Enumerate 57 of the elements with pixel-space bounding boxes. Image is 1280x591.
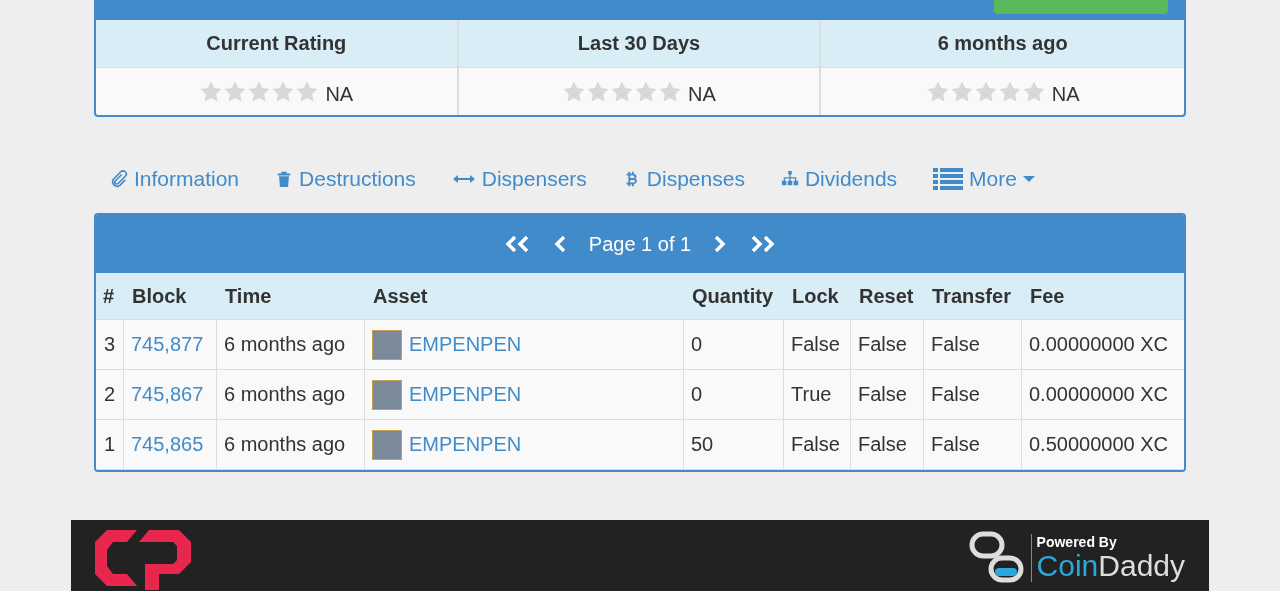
block-link[interactable]: 745,877 — [131, 333, 204, 356]
asset-image-placeholder — [372, 329, 402, 360]
table-cell: False — [851, 320, 924, 370]
table-cell: 6 months ago — [217, 370, 365, 420]
table-cell: True — [784, 370, 851, 420]
table-cell: 0.00000000 XC — [1022, 320, 1184, 370]
asset-image-placeholder — [372, 379, 402, 410]
nav-tab[interactable]: More — [933, 167, 1035, 191]
table-cell: 0 — [684, 320, 784, 370]
asset-link[interactable]: EMPENPEN — [409, 333, 522, 356]
rating-value: NA — [688, 83, 716, 106]
nav-tab[interactable]: Dividends — [780, 167, 898, 191]
table-cell: 6 months ago — [217, 420, 365, 470]
table-cell: False — [924, 420, 1022, 470]
column-header: Transfer — [924, 273, 1022, 320]
column-header: Fee — [1022, 273, 1184, 320]
table-cell: 50 — [684, 420, 784, 470]
column-header: 6 months ago — [821, 20, 1184, 68]
column-header: Reset — [851, 273, 924, 320]
asset-image-placeholder — [372, 429, 402, 460]
table-cell: 2 — [96, 370, 124, 420]
table-cell: 0.50000000 XC — [1022, 420, 1184, 470]
rating-value: NA — [325, 83, 354, 106]
table-cell: False — [784, 320, 851, 370]
caret-icon — [1022, 175, 1035, 183]
table-cell: 1 — [96, 420, 124, 470]
table-cell: False — [851, 370, 924, 420]
table-cell: False — [924, 320, 1022, 370]
list-icon — [933, 167, 964, 191]
table-cell: False — [784, 420, 851, 470]
column-header: Lock — [784, 273, 851, 320]
column-header: Asset — [365, 273, 684, 320]
table-cell: False — [851, 420, 924, 470]
block-link[interactable]: 745,867 — [131, 383, 204, 406]
column-header: Current Rating — [96, 20, 459, 68]
paperclip-icon — [110, 169, 128, 189]
table-cell: 6 months ago — [217, 320, 365, 370]
brand-name: CoinDaddy — [1036, 550, 1185, 582]
table-cell: 0 — [684, 370, 784, 420]
column-header: # — [96, 273, 124, 320]
column-header: Quantity — [684, 273, 784, 320]
nav-tab[interactable]: Dispensers — [451, 167, 587, 191]
powered-by-label: Powered By — [1036, 534, 1118, 550]
table-cell: 0.00000000 XC — [1022, 370, 1184, 420]
rating-value: NA — [1051, 83, 1080, 106]
block-link[interactable]: 745,865 — [131, 433, 204, 456]
nav-tab[interactable]: Information — [110, 167, 240, 191]
asset-link[interactable]: EMPENPEN — [409, 433, 522, 456]
column-header: Block — [124, 273, 217, 320]
nav-tab[interactable]: Destructions — [275, 167, 416, 191]
column-header: Last 30 Days — [458, 20, 822, 68]
table-cell: 3 — [96, 320, 124, 370]
column-header: Time — [217, 273, 365, 320]
asset-link[interactable]: EMPENPEN — [409, 383, 522, 406]
page-indicator: Page 1 of 1 — [588, 232, 692, 256]
nav-tab[interactable]: Dispenses — [622, 167, 745, 191]
table-cell: False — [924, 370, 1022, 420]
